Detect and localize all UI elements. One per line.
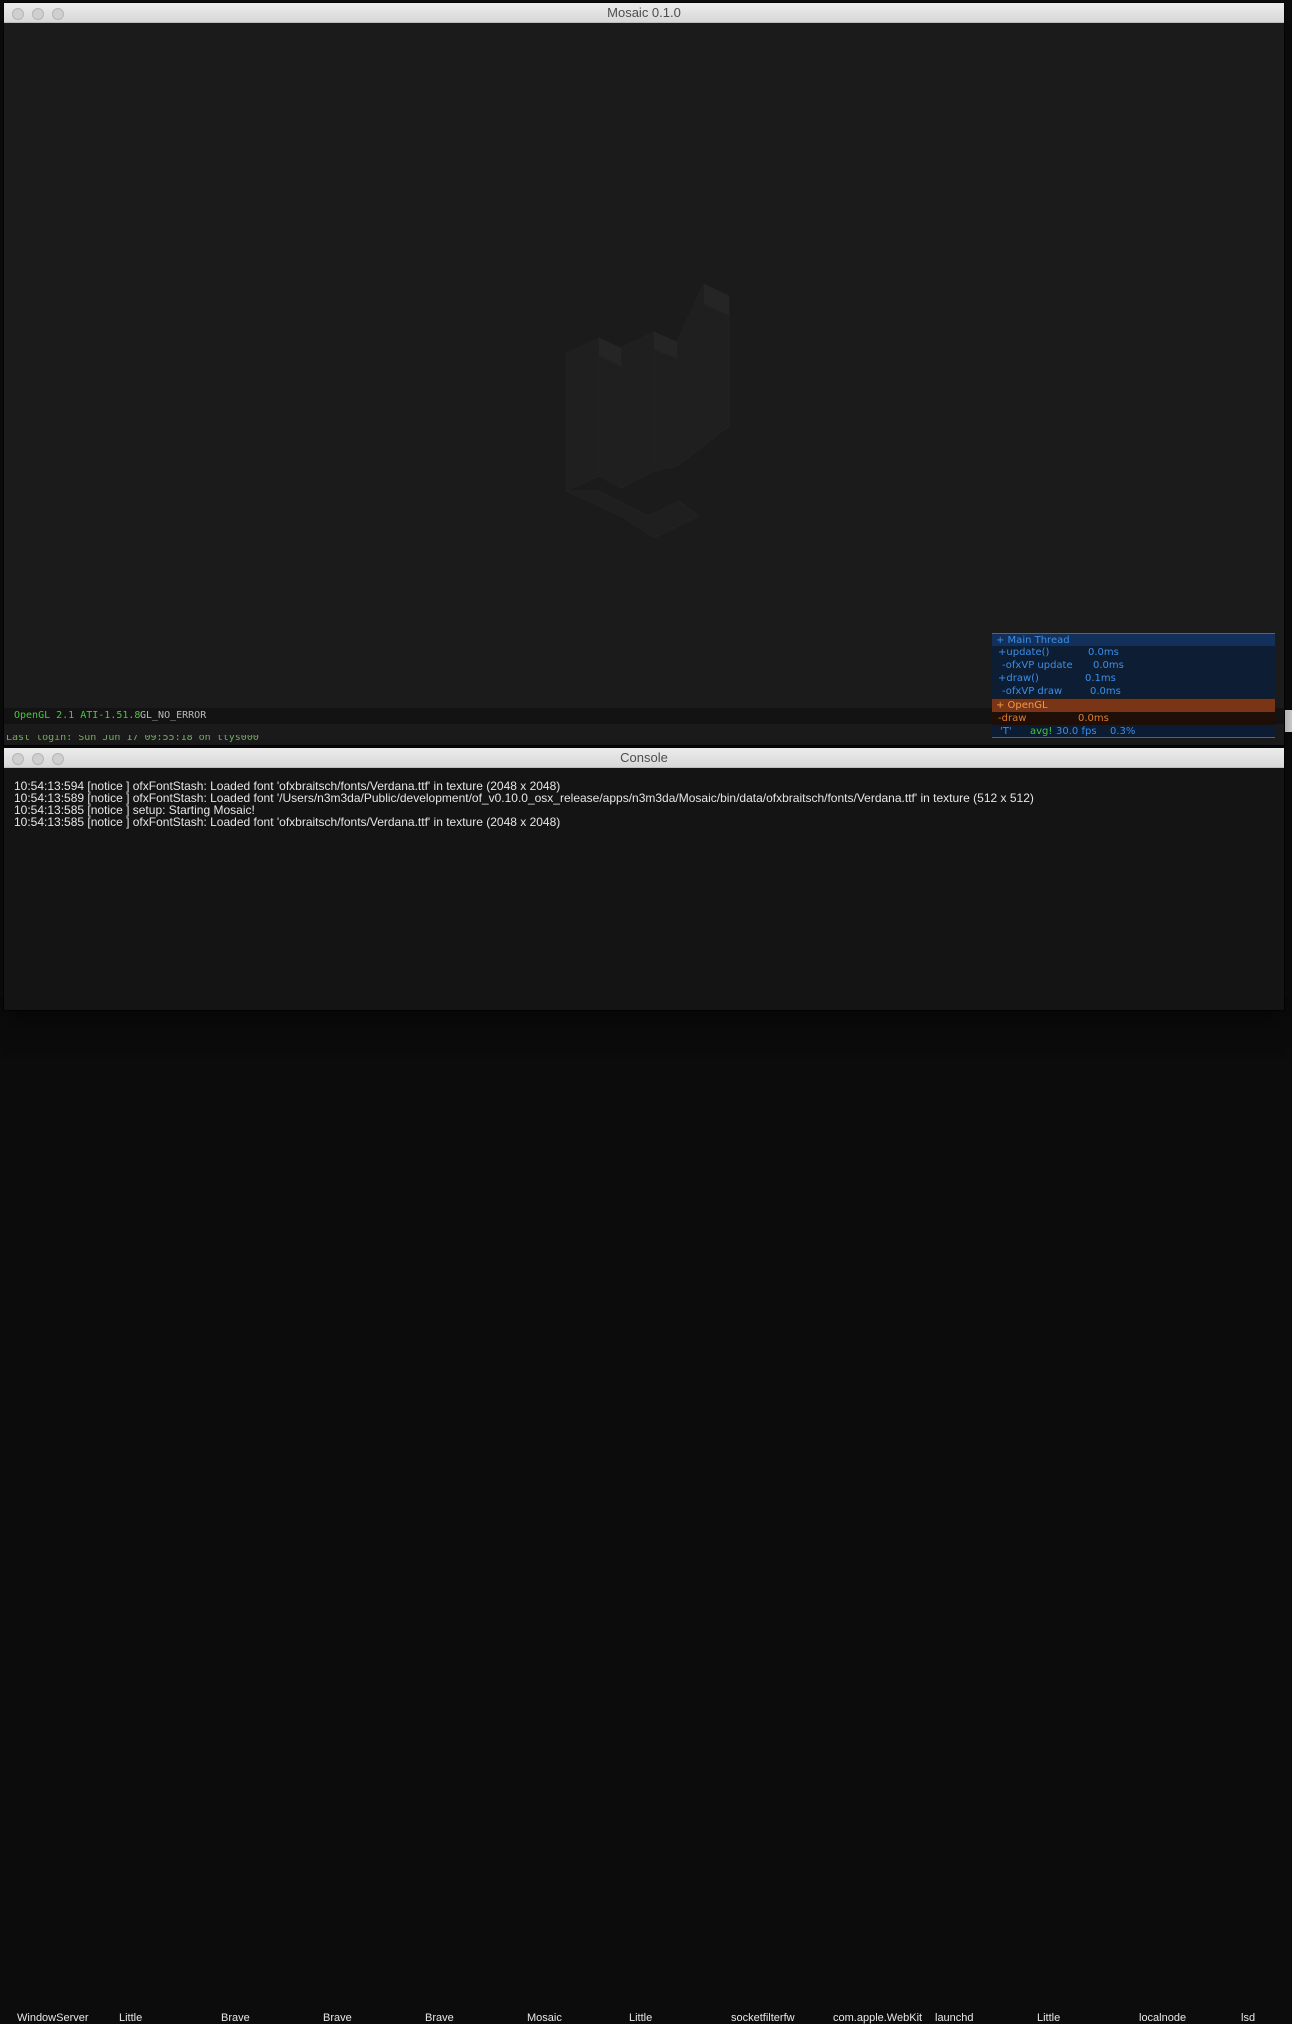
- console-titlebar[interactable]: Console: [4, 748, 1284, 768]
- process-label: launchd: [935, 2012, 974, 2024]
- gl-version-label: OpenGL 2.1 ATI-1.51.8: [14, 710, 141, 721]
- background-window-edge: [1285, 710, 1292, 732]
- minimize-button[interactable]: [32, 8, 44, 20]
- console-window[interactable]: Console 10:54:13:594 [notice ] ofxFontSt…: [4, 748, 1284, 1010]
- profiler-row[interactable]: +update() 0.0ms: [992, 646, 1275, 659]
- gl-error-label: GL_NO_ERROR: [140, 710, 207, 721]
- process-label: Brave: [425, 2012, 454, 2024]
- mosaic-logo-icon: [559, 276, 734, 539]
- profiler-row[interactable]: -ofxVP update 0.0ms: [992, 659, 1275, 672]
- log-line: 10:54:13:585 [notice ] ofxFontStash: Loa…: [14, 815, 561, 829]
- process-label: Mosaic: [527, 2012, 562, 2024]
- process-label: localnode: [1139, 2012, 1187, 2024]
- zoom-button[interactable]: [52, 753, 64, 765]
- profiler-row[interactable]: -draw 0.0ms: [992, 712, 1275, 725]
- minimize-button[interactable]: [32, 753, 44, 765]
- process-label: Brave: [221, 2012, 250, 2024]
- mosaic-titlebar[interactable]: Mosaic 0.1.0: [4, 3, 1284, 23]
- process-label: socketfilterfw: [731, 2012, 795, 2024]
- process-label: Little: [119, 2012, 143, 2024]
- close-button[interactable]: [12, 8, 24, 20]
- process-label: Little: [1037, 2012, 1061, 2024]
- profiler-row[interactable]: +draw() 0.1ms: [992, 672, 1275, 685]
- profiler-footer: 'T' avg! 30.0 fps 0.3%: [992, 725, 1275, 738]
- process-label: Brave: [323, 2012, 352, 2024]
- window-title: Mosaic 0.1.0: [607, 5, 681, 20]
- profiler-row[interactable]: -ofxVP draw 0.0ms: [992, 685, 1275, 698]
- terminal-ghost-text: Last login: Sun Jun 17 09:55:18 on ttys0…: [6, 735, 259, 742]
- profiler-main-thread-header[interactable]: + Main Thread: [992, 633, 1275, 646]
- zoom-button[interactable]: [52, 8, 64, 20]
- process-label: lsd: [1241, 2012, 1256, 2024]
- process-label: com.apple.WebKit: [833, 2012, 923, 2024]
- console-log[interactable]: 10:54:13:594 [notice ] ofxFontStash: Loa…: [4, 769, 1284, 1010]
- close-button[interactable]: [12, 753, 24, 765]
- process-label: WindowServer: [17, 2012, 89, 2024]
- profiler-opengl-header[interactable]: + OpenGL: [992, 699, 1275, 712]
- window-title: Console: [620, 750, 668, 765]
- time-profiler-panel[interactable]: + Main Thread +update() 0.0ms -ofxVP upd…: [992, 633, 1275, 739]
- process-label: Little: [629, 2012, 653, 2024]
